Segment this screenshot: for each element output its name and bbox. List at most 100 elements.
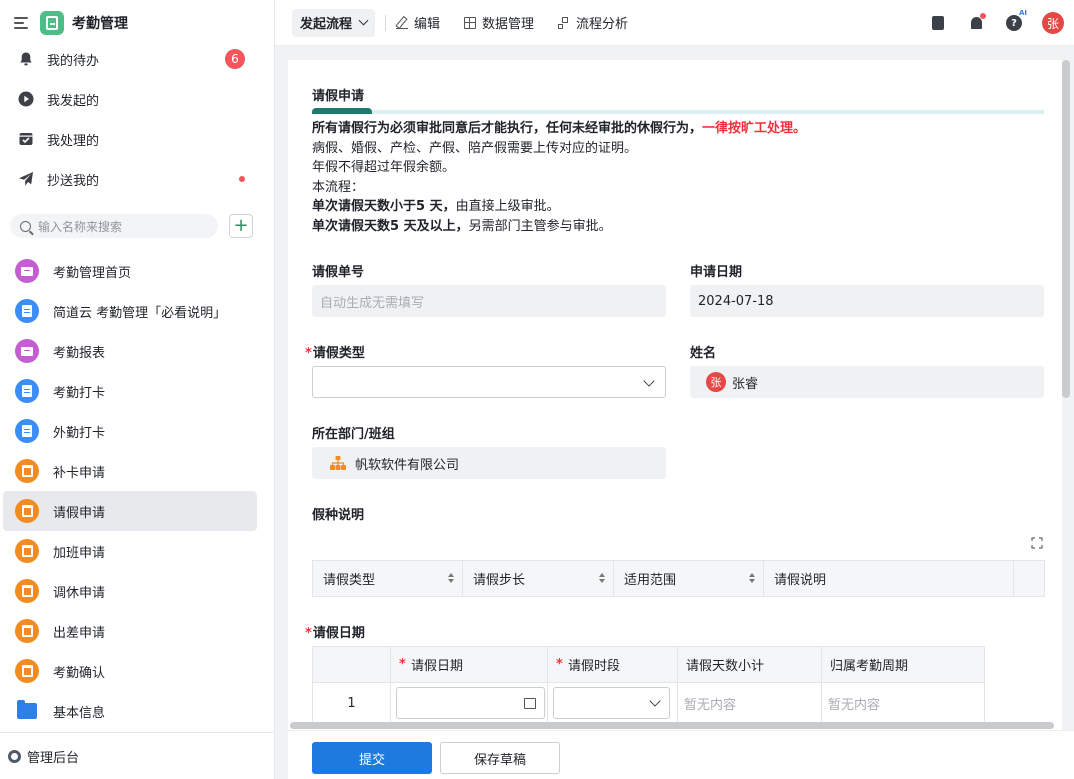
user-avatar[interactable]: 张: [1042, 12, 1064, 34]
app-item-must-read[interactable]: 简道云 考勤管理「必看说明」: [3, 291, 257, 331]
todo-count-badge: 6: [225, 49, 245, 69]
docs-button[interactable]: [928, 13, 948, 33]
app-item-attendance-report[interactable]: 考勤报表: [3, 331, 257, 371]
workflow-icon: [15, 659, 39, 683]
nav-my-handled[interactable]: 我处理的: [0, 119, 274, 159]
help-ai-button[interactable]: ? AI: [1004, 9, 1027, 33]
search-placeholder: 输入名称来搜索: [38, 219, 123, 234]
app-item-overtime[interactable]: 加班申请: [3, 531, 257, 571]
app-item-label: 出差申请: [53, 625, 106, 641]
horizontal-scrollbar[interactable]: [290, 722, 1054, 729]
app-search-input[interactable]: 输入名称来搜索: [10, 214, 218, 238]
app-item-label: 考勤打卡: [53, 385, 106, 401]
apply-date-value: 2024-07-18: [698, 293, 774, 309]
leave-date-label-text: 请假日期: [312, 626, 365, 641]
menu-toggle-icon[interactable]: [14, 17, 28, 29]
table-row: 1 暂无内容 暂无内容: [313, 683, 984, 723]
leave-date-picker[interactable]: [396, 687, 545, 719]
app-search-row: 输入名称来搜索 +: [10, 214, 254, 238]
data-management-label: 数据管理: [482, 17, 535, 32]
required-mark: *: [305, 346, 312, 361]
leave-type-label: *请假类型: [305, 342, 365, 361]
desc-line6-bold: 单次请假天数5 天及以上，: [312, 218, 469, 234]
fullscreen-icon[interactable]: [1031, 537, 1043, 549]
submit-button[interactable]: 提交: [312, 742, 432, 774]
form-actions-bar: 提交 保存草稿: [288, 730, 1074, 779]
app-item-label: 加班申请: [53, 545, 106, 561]
attendance-period-cell: 暂无内容: [828, 697, 881, 713]
vertical-scrollbar[interactable]: [1062, 60, 1070, 398]
app-item-leave-request[interactable]: 请假申请: [3, 491, 257, 531]
data-management-button[interactable]: 数据管理: [464, 13, 534, 32]
chevron-down-icon: [358, 15, 369, 26]
play-icon: [16, 89, 36, 109]
flow-analysis-button[interactable]: 流程分析: [558, 13, 628, 32]
nav-my-todo[interactable]: 我的待办 6: [0, 39, 274, 79]
app-item-attendance-home[interactable]: 考勤管理首页: [3, 251, 257, 291]
admin-console-link[interactable]: 管理后台: [0, 732, 274, 779]
app-item-clock-in[interactable]: 考勤打卡: [3, 371, 257, 411]
apply-date-field: 2024-07-18: [690, 285, 1044, 317]
leave-date-table: * 请假日期 * 请假时段 请假天数小计 归属考勤周期 1 暂无内容 暂无内容: [312, 646, 985, 724]
app-item-comp-leave[interactable]: 调休申请: [3, 571, 257, 611]
dept-label: 所在部门/班组: [312, 427, 395, 442]
column-header[interactable]: 适用范围: [614, 561, 764, 596]
app-item-label: 外勤打卡: [53, 425, 106, 441]
admin-console-label: 管理后台: [27, 750, 80, 766]
edit-label: 编辑: [414, 17, 441, 32]
nav-cc-me[interactable]: 抄送我的: [0, 159, 274, 199]
app-item-business-trip[interactable]: 出差申请: [3, 611, 257, 651]
leave-type-select[interactable]: [312, 366, 666, 398]
launch-flow-dropdown[interactable]: 发起流程: [292, 8, 376, 37]
app-title: 考勤管理: [72, 16, 128, 32]
notifications-button[interactable]: [966, 13, 986, 33]
table-icon: [464, 16, 477, 29]
column-header-label: 请假时段: [567, 659, 620, 674]
divider: [385, 14, 387, 31]
app-item-label: 考勤管理首页: [53, 265, 132, 281]
nav-label: 抄送我的: [47, 173, 100, 189]
row-index: 1: [313, 683, 391, 723]
order-no-label: 请假单号: [312, 265, 365, 280]
column-header[interactable]: 请假类型: [313, 561, 463, 596]
column-header-label: 请假类型: [323, 573, 376, 588]
column-header[interactable]: 请假步长: [463, 561, 614, 596]
app-item-attendance-confirm[interactable]: 考勤确认: [3, 651, 257, 691]
desc-line1-red: 一律按旷工处理。: [702, 121, 807, 136]
required-mark: *: [556, 657, 563, 672]
nav-my-initiated[interactable]: 我发起的: [0, 79, 274, 119]
ai-tag: AI: [1018, 9, 1027, 17]
app-item-label: 补卡申请: [53, 465, 106, 481]
workflow-icon: [15, 619, 39, 643]
leave-period-select[interactable]: [553, 687, 670, 719]
workflow-icon: [15, 539, 39, 563]
inbox-check-icon: [16, 129, 36, 149]
gear-icon: [8, 749, 21, 763]
required-mark: *: [399, 657, 406, 672]
workflow-icon: [15, 579, 39, 603]
org-chart-icon: [330, 456, 346, 470]
leave-kind-table-header: 请假类型 请假步长 适用范围 请假说明: [312, 560, 1045, 597]
leave-kind-label: 假种说明: [312, 508, 365, 523]
dashboard-icon: [15, 259, 39, 283]
bell-icon: [970, 13, 986, 29]
org-chart-icon: [558, 16, 570, 29]
sidebar: 考勤管理 我的待办 6 我发起的 我处理的 抄送我的 输入名称来搜索 + 考勤管…: [0, 0, 275, 779]
app-logo-icon: [40, 11, 64, 35]
app-item-basic-info[interactable]: 基本信息: [3, 691, 257, 731]
app-item-makeup-card[interactable]: 补卡申请: [3, 451, 257, 491]
add-app-button[interactable]: +: [229, 214, 253, 238]
save-draft-button[interactable]: 保存草稿: [440, 742, 560, 774]
edit-button[interactable]: 编辑: [396, 13, 440, 32]
column-header: 请假说明: [764, 561, 1014, 596]
name-field: 张 张睿: [690, 366, 1044, 398]
chevron-down-icon: [643, 375, 655, 387]
pencil-icon: [396, 17, 409, 29]
desc-line5-bold: 单次请假天数小于5 天，: [312, 199, 456, 214]
table-header-row: * 请假日期 * 请假时段 请假天数小计 归属考勤周期: [313, 647, 984, 683]
workflow-icon: [15, 499, 39, 523]
app-item-field-clock-in[interactable]: 外勤打卡: [3, 411, 257, 451]
document-icon: [15, 299, 39, 323]
desc-line6-rest: 另需部门主管参与审批。: [468, 218, 612, 234]
flow-analysis-label: 流程分析: [576, 17, 629, 32]
